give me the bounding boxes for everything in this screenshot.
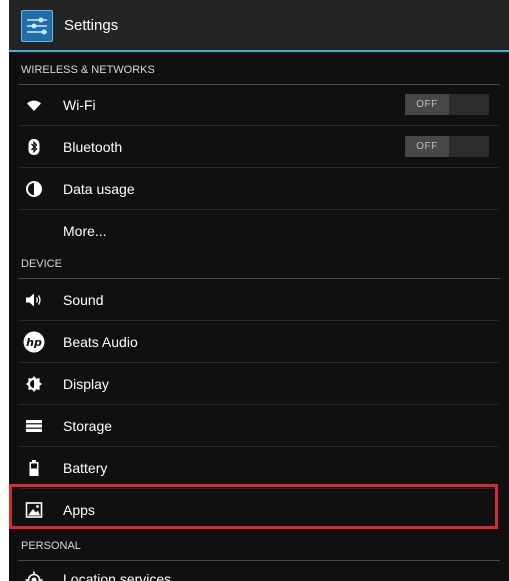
section-title: PERSONAL bbox=[21, 540, 81, 552]
settings-sliders-icon[interactable] bbox=[21, 10, 53, 42]
settings-item-label: Wi-Fi bbox=[63, 97, 96, 113]
svg-text:hp: hp bbox=[26, 336, 42, 349]
bluetooth-icon bbox=[25, 138, 43, 156]
page-title: Settings bbox=[64, 17, 119, 34]
wifi-icon bbox=[25, 96, 43, 114]
battery-icon bbox=[25, 459, 43, 477]
settings-item-label: Sound bbox=[63, 292, 104, 308]
toggle-state: OFF bbox=[405, 94, 449, 115]
settings-item-label: Storage bbox=[63, 418, 113, 434]
settings-item-label: Beats Audio bbox=[63, 334, 138, 350]
settings-item-label: More... bbox=[63, 223, 107, 239]
speaker-icon bbox=[25, 291, 43, 309]
apps-icon bbox=[25, 501, 43, 519]
storage-icon bbox=[25, 417, 43, 435]
toggle-state: OFF bbox=[405, 136, 449, 157]
settings-item-label: Display bbox=[63, 376, 109, 392]
data-usage-icon bbox=[25, 180, 43, 198]
brightness-icon bbox=[25, 375, 43, 393]
settings-item-label: Apps bbox=[63, 502, 95, 518]
location-icon bbox=[25, 571, 43, 581]
settings-item-label: Location services bbox=[63, 571, 172, 581]
wifi-toggle[interactable]: OFF bbox=[405, 94, 489, 115]
settings-item-bluetooth[interactable]: Bluetooth OFF bbox=[19, 126, 499, 168]
settings-item-label: Data usage bbox=[63, 181, 135, 197]
bluetooth-toggle[interactable]: OFF bbox=[405, 136, 489, 157]
section-header-personal: PERSONAL bbox=[18, 531, 500, 561]
settings-item-label: Bluetooth bbox=[63, 139, 123, 155]
settings-item-apps[interactable]: Apps bbox=[19, 489, 499, 531]
settings-item-sound[interactable]: Sound bbox=[19, 279, 499, 321]
hp-logo-icon: hp bbox=[23, 331, 45, 353]
settings-item-beats-audio[interactable]: hp Beats Audio bbox=[19, 321, 499, 363]
section-header-wireless: WIRELESS & NETWORKS bbox=[18, 55, 500, 85]
section-title: DEVICE bbox=[21, 258, 62, 270]
settings-item-data-usage[interactable]: Data usage bbox=[19, 168, 499, 210]
settings-item-label: Battery bbox=[63, 460, 108, 476]
section-header-device: DEVICE bbox=[18, 249, 500, 279]
settings-item-battery[interactable]: Battery bbox=[19, 447, 499, 489]
section-title: WIRELESS & NETWORKS bbox=[21, 64, 155, 76]
settings-item-more[interactable]: More... bbox=[19, 210, 499, 252]
settings-item-storage[interactable]: Storage bbox=[19, 405, 499, 447]
settings-item-location-services[interactable]: Location services bbox=[19, 561, 499, 581]
settings-item-wifi[interactable]: Wi-Fi OFF bbox=[19, 84, 499, 126]
action-bar: Settings bbox=[9, 0, 509, 52]
settings-item-display[interactable]: Display bbox=[19, 363, 499, 405]
settings-screen: Settings WIRELESS & NETWORKS Wi-Fi OFF B… bbox=[9, 0, 509, 581]
